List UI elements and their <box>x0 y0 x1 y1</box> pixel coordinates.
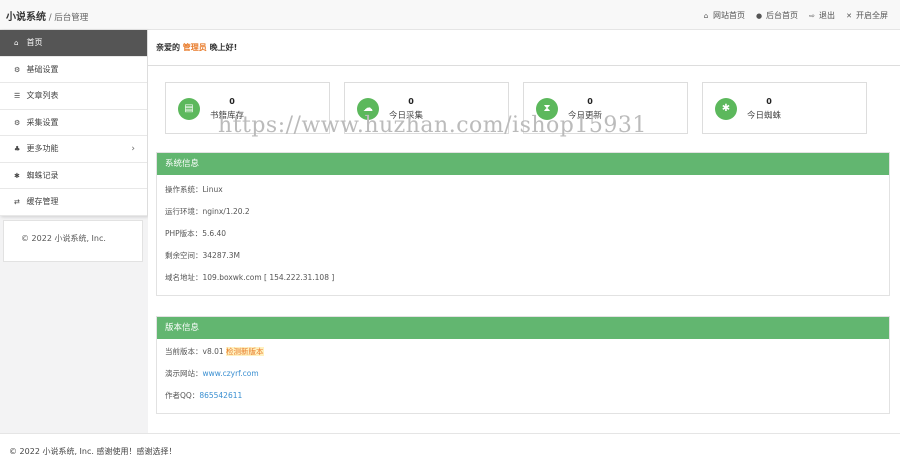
sidebar-item-article-list[interactable]: ☰ 文章列表 <box>0 83 147 110</box>
info-label: 当前版本： <box>165 347 203 356</box>
sidebar-item-label: 缓存管理 <box>26 197 59 206</box>
nav-label: 后台首页 <box>766 11 798 20</box>
footer-text: © 2022 小说系统, Inc. 感谢使用！感谢选择！ <box>9 447 177 456</box>
sidebar-item-label: 采集设置 <box>26 117 59 127</box>
sidebar-item-cache[interactable]: ⇄ 缓存管理 <box>0 189 147 216</box>
sidebar-item-home[interactable]: ⌂ 首页 <box>0 30 147 57</box>
top-nav: ⌂ 网站首页 ● 后台首页 ⇨ 退出 ✕ 开启全屏 <box>702 10 888 21</box>
brand[interactable]: 小说系统 / 后台管理 <box>6 8 88 23</box>
footer: © 2022 小说系统, Inc. 感谢使用！感谢选择！ <box>0 433 900 467</box>
info-row-version: 当前版本：v8.01 检测新版本 <box>157 341 889 363</box>
user-icon: ● <box>755 11 763 20</box>
info-value: 5.6.40 <box>202 229 227 238</box>
nav-label: 退出 <box>819 11 835 20</box>
sidebar-item-label: 蜘蛛记录 <box>26 170 59 180</box>
stat-card-updated: ⧗ 0 今日更新 <box>523 82 688 134</box>
info-row-demo: 演示网站：www.czyrf.com <box>157 363 889 385</box>
demo-site-link[interactable]: www.czyrf.com <box>203 369 259 378</box>
info-label: 剩余空间： <box>165 251 203 260</box>
bug-icon: ✱ <box>715 98 737 120</box>
info-row-qq: 作者QQ：865542611 <box>157 385 889 407</box>
chevron-right-icon: › <box>131 144 135 154</box>
logout-icon: ⇨ <box>809 11 815 20</box>
nav-label: 网站首页 <box>713 11 745 20</box>
hourglass-icon: ⧗ <box>536 98 558 120</box>
info-row-os: 操作系统：Linux <box>157 179 889 201</box>
stat-card-books: ▤ 0 书籍库存 <box>165 82 330 134</box>
brand-subtitle: / 后台管理 <box>46 13 89 23</box>
sidebar-item-spider-log[interactable]: ✱ 蜘蛛记录 <box>0 163 147 189</box>
refresh-icon: ⇄ <box>14 198 20 206</box>
cloud-download-icon: ☁ <box>357 98 379 120</box>
book-icon: ▤ <box>178 98 200 120</box>
info-value: 109.boxwk.com [ 154.222.31.108 ] <box>202 273 335 282</box>
home-icon: ⌂ <box>14 39 19 47</box>
sidebar-item-label: 基础设置 <box>26 64 59 74</box>
info-row-space: 剩余空间：34287.3M <box>157 245 889 267</box>
version-info-panel: 版本信息 当前版本：v8.01 检测新版本 演示网站：www.czyrf.com… <box>156 316 890 414</box>
sidebar-item-collect-settings[interactable]: ⚙ 采集设置 <box>0 110 147 136</box>
stat-label: 今日更新 <box>568 111 603 121</box>
sidebar-item-more[interactable]: ♣ 更多功能 › <box>0 136 147 163</box>
check-update-link[interactable]: 检测新版本 <box>226 347 264 356</box>
welcome-role: 管理员 <box>182 43 207 52</box>
top-bar: 小说系统 / 后台管理 ⌂ 网站首页 ● 后台首页 ⇨ 退出 ✕ 开启全屏 <box>0 0 900 30</box>
welcome-message: 亲爱的 管理员 晚上好! <box>156 42 237 53</box>
stat-value: 0 <box>229 97 235 106</box>
nav-label: 开启全屏 <box>856 11 888 20</box>
bug-icon: ✱ <box>14 171 20 180</box>
sidebar-item-basic-settings[interactable]: ⚙ 基础设置 <box>0 57 147 83</box>
info-label: 运行环境： <box>165 207 203 216</box>
info-value: nginx/1.20.2 <box>202 207 250 216</box>
sitemap-icon: ♣ <box>14 145 21 153</box>
system-info-panel: 系统信息 操作系统：Linux 运行环境：nginx/1.20.2 PHP版本：… <box>156 152 890 296</box>
stat-label: 今日蜘蛛 <box>747 111 782 121</box>
info-label: 演示网站： <box>165 369 203 378</box>
info-value: Linux <box>202 185 223 194</box>
info-label: 作者QQ： <box>165 391 200 400</box>
welcome-prefix: 亲爱的 <box>156 43 183 52</box>
info-label: 操作系统： <box>165 185 203 194</box>
info-value: v8.01 <box>202 347 224 356</box>
home-icon: ⌂ <box>703 11 709 20</box>
author-qq-link[interactable]: 865542611 <box>199 391 242 400</box>
info-label: PHP版本： <box>165 229 203 238</box>
panel-title: 系统信息 <box>157 153 889 175</box>
info-value: 34287.3M <box>202 251 241 260</box>
brand-name: 小说系统 <box>6 12 46 23</box>
stat-label: 今日采集 <box>389 111 424 121</box>
stat-value: 0 <box>766 97 772 106</box>
sidebar-item-label: 首页 <box>26 38 43 47</box>
gear-icon: ⚙ <box>14 65 21 74</box>
info-label: 域名地址： <box>165 273 203 282</box>
divider <box>148 65 900 66</box>
stat-value: 0 <box>408 97 414 106</box>
sidebar-item-label: 更多功能 <box>26 144 59 153</box>
nav-site-home[interactable]: ⌂ 网站首页 <box>702 10 745 21</box>
nav-fullscreen[interactable]: ✕ 开启全屏 <box>845 10 888 21</box>
sidebar-item-label: 文章列表 <box>26 91 59 100</box>
welcome-suffix: 晚上好! <box>206 43 238 52</box>
nav-logout[interactable]: ⇨ 退出 <box>808 10 835 21</box>
info-row-php: PHP版本：5.6.40 <box>157 223 889 245</box>
sidebar: ⌂ 首页 ⚙ 基础设置 ☰ 文章列表 ⚙ 采集设置 ♣ 更多功能 › ✱ 蜘蛛记录… <box>0 30 148 216</box>
list-icon: ☰ <box>14 92 21 100</box>
fullscreen-icon: ✕ <box>846 11 852 20</box>
info-row-env: 运行环境：nginx/1.20.2 <box>157 201 889 223</box>
main-content: 亲爱的 管理员 晚上好! ▤ 0 书籍库存 ☁ 0 今日采集 ⧗ 0 今日更新 … <box>148 30 900 433</box>
stat-value: 0 <box>587 97 593 106</box>
cogs-icon: ⚙ <box>14 118 21 127</box>
nav-admin-home[interactable]: ● 后台首页 <box>755 10 798 21</box>
info-row-domain: 域名地址：109.boxwk.com [ 154.222.31.108 ] <box>157 267 889 289</box>
stat-card-collected: ☁ 0 今日采集 <box>344 82 509 134</box>
stat-card-spiders: ✱ 0 今日蜘蛛 <box>702 82 867 134</box>
stat-label: 书籍库存 <box>210 111 245 121</box>
sidebar-copyright: © 2022 小说系统, Inc. <box>3 220 143 262</box>
panel-title: 版本信息 <box>157 317 889 339</box>
